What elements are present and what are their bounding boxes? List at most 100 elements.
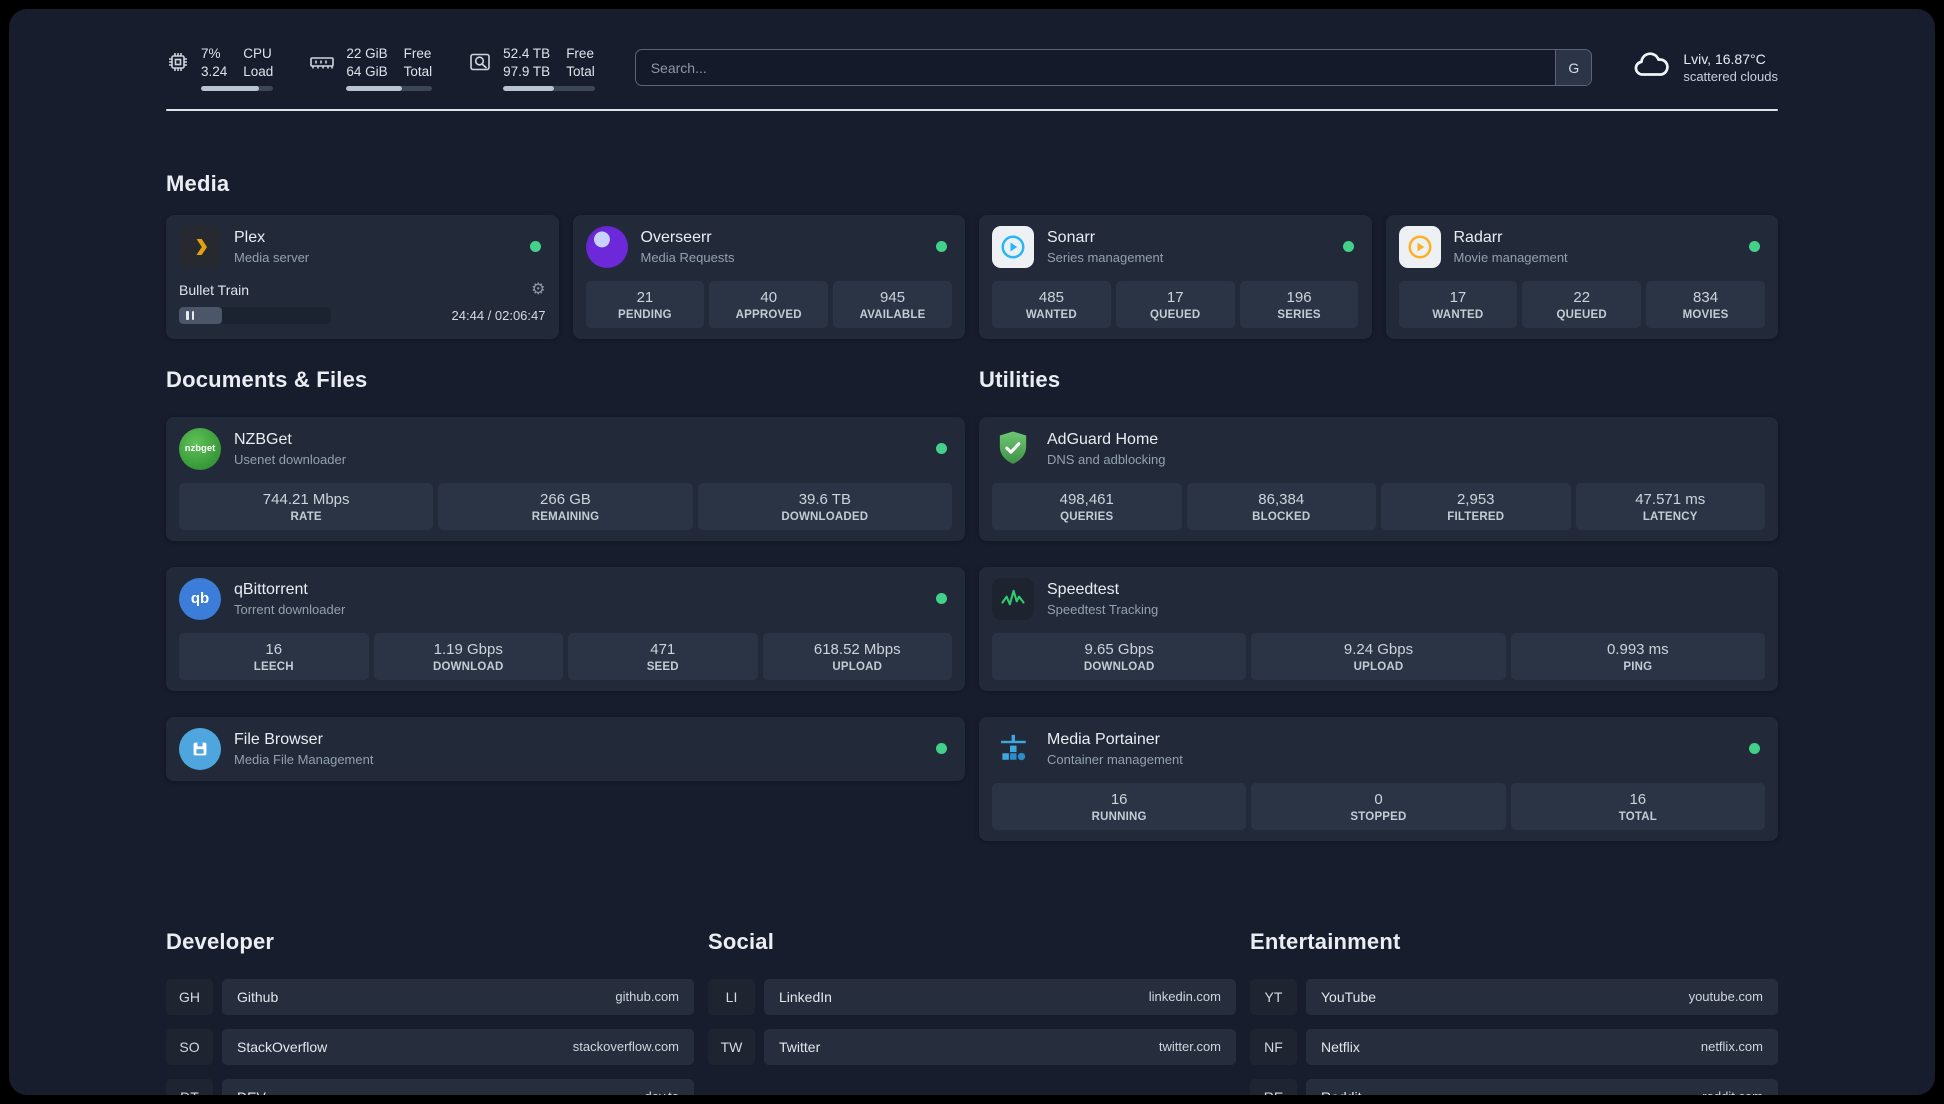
card-adguard[interactable]: AdGuard Home DNS and adblocking 498,461 …: [979, 416, 1778, 541]
playback-progress-bar: [179, 306, 331, 324]
cpu-load-value: 3.24: [201, 63, 228, 79]
bookmark-github[interactable]: GH Github github.com: [166, 978, 694, 1015]
bookmark-url: dev.to: [645, 1089, 679, 1095]
service-description: Torrent downloader: [234, 601, 346, 617]
cpu-progress-fill: [201, 85, 259, 91]
cpu-icon: [166, 50, 190, 79]
stat-label: SEED: [646, 660, 679, 673]
card-nzbget[interactable]: nzbget NZBGet Usenet downloader 744.21 M…: [166, 416, 965, 541]
service-description: Media File Management: [234, 751, 374, 767]
settings-gear-icon[interactable]: ⚙: [531, 281, 545, 298]
bookmark-name: Netflix: [1321, 1038, 1360, 1055]
bookmark-youtube[interactable]: YT YouTube youtube.com: [1250, 978, 1778, 1015]
card-sonarr[interactable]: Sonarr Series management 485 WANTED 17 Q…: [979, 214, 1372, 339]
stat-value: 9.24 Gbps: [1343, 640, 1414, 658]
bookmark-url: netflix.com: [1700, 1039, 1763, 1055]
service-description: Media Requests: [640, 249, 735, 265]
bookmark-stackoverflow[interactable]: SO StackOverflow stackoverflow.com: [166, 1028, 694, 1065]
memory-free-label: Free: [403, 46, 432, 61]
card-radarr[interactable]: Radarr Movie management 17 WANTED 22 QUE…: [1385, 214, 1778, 339]
stat-tile: 744.21 Mbps RATE: [179, 482, 434, 530]
service-description: Series management: [1047, 249, 1164, 265]
status-dot: [1342, 241, 1354, 253]
stat-tile: 86,384 BLOCKED: [1186, 482, 1376, 530]
stat-value: 498,461: [1059, 490, 1114, 508]
stat-value: 0.993 ms: [1606, 640, 1669, 658]
bookmark-twitter[interactable]: TW Twitter twitter.com: [708, 1028, 1236, 1065]
bookmarks-developer: Developer GH Github github.com SO StackO…: [166, 929, 694, 1095]
stat-label: FILTERED: [1447, 510, 1505, 523]
cpu-percent: 7%: [201, 46, 221, 61]
stat-tile: 22 QUEUED: [1522, 280, 1642, 328]
stat-tile: 17 QUEUED: [1115, 280, 1235, 328]
stat-label: UPLOAD: [1353, 660, 1404, 673]
service-description: Container management: [1047, 751, 1183, 767]
pause-button[interactable]: [186, 310, 194, 320]
memory-free-value: 22 GiB: [346, 46, 388, 61]
stat-label: UPLOAD: [832, 660, 883, 673]
card-speedtest[interactable]: Speedtest Speedtest Tracking 9.65 Gbps D…: [979, 566, 1778, 691]
card-filebrowser[interactable]: File Browser Media File Management: [166, 716, 965, 781]
card-plex[interactable]: Plex Media server Bullet Train ⚙ 24:44 /…: [166, 214, 559, 339]
stat-label: DOWNLOAD: [1083, 660, 1155, 673]
bookmark-linkedin[interactable]: LI LinkedIn linkedin.com: [708, 978, 1236, 1015]
memory-total-value: 64 GiB: [346, 63, 388, 79]
stat-value: 471: [650, 640, 676, 658]
service-name: AdGuard Home: [1047, 430, 1159, 448]
stat-value: 1.19 Gbps: [433, 640, 503, 658]
top-bar: 7% 3.24 CPU Load 22 GiB 64 GiB Free Tota…: [166, 9, 1778, 91]
stat-value: 196: [1286, 288, 1312, 306]
card-qbittorrent[interactable]: qb qBittorrent Torrent downloader 16 LEE…: [166, 566, 965, 691]
stat-tile: 618.52 Mbps UPLOAD: [762, 632, 952, 680]
disk-widget: 52.4 TB 97.9 TB Free Total: [468, 45, 595, 91]
dashboard-page: 7% 3.24 CPU Load 22 GiB 64 GiB Free Tota…: [9, 9, 1935, 1095]
stat-label: STOPPED: [1350, 810, 1407, 823]
stat-value: 39.6 TB: [798, 490, 851, 508]
bookmark-dev[interactable]: DT DEV dev.to: [166, 1078, 694, 1095]
status-dot: [936, 241, 947, 253]
disk-progress-track: [503, 85, 595, 91]
stat-value: 17: [1166, 288, 1184, 306]
memory-total-label: Total: [403, 63, 433, 79]
bookmark-netflix[interactable]: NF Netflix netflix.com: [1250, 1028, 1778, 1065]
card-portainer[interactable]: Media Portainer Container management 16 …: [979, 716, 1778, 841]
bookmark-name: DEV: [237, 1089, 266, 1095]
stat-value: 945: [880, 288, 906, 306]
service-name: Media Portainer: [1047, 730, 1160, 748]
stat-label: DOWNLOADED: [781, 510, 869, 523]
stat-value: 21: [636, 288, 654, 306]
bookmark-name: YouTube: [1321, 988, 1377, 1005]
disk-total-label: Total: [566, 63, 595, 79]
stat-tile: 945 AVAILABLE: [833, 280, 952, 328]
search-bar: G: [634, 49, 1593, 87]
memory-progress-fill: [346, 85, 403, 91]
stat-label: BLOCKED: [1252, 510, 1311, 523]
now-playing-title: Bullet Train: [179, 281, 250, 298]
stat-value: 0: [1374, 790, 1383, 808]
stat-tile: 16 RUNNING: [992, 782, 1247, 830]
cpu-progress-track: [201, 85, 274, 91]
bookmark-reddit[interactable]: RE Reddit reddit.com: [1250, 1078, 1778, 1095]
section-title-media: Media: [166, 170, 230, 196]
stat-tile: 16 TOTAL: [1510, 782, 1765, 830]
stat-tile: 21 PENDING: [585, 280, 705, 328]
stat-value: 16: [1629, 790, 1647, 808]
stat-tile: 0 STOPPED: [1251, 782, 1506, 830]
search-provider-button[interactable]: G: [1555, 50, 1592, 86]
plex-icon: [179, 225, 221, 268]
stat-label: RATE: [290, 510, 322, 523]
stat-value: 40: [760, 288, 778, 306]
resource-widgets: 7% 3.24 CPU Load 22 GiB 64 GiB Free Tota…: [166, 45, 595, 91]
status-dot: [936, 593, 947, 605]
card-overseerr[interactable]: Overseerr Media Requests 21 PENDING 40 A…: [572, 214, 965, 339]
stat-value: 9.65 Gbps: [1084, 640, 1154, 658]
stat-label: WANTED: [1025, 308, 1077, 321]
search-input[interactable]: [635, 50, 1556, 86]
bookmark-url: stackoverflow.com: [572, 1039, 679, 1055]
bookmark-abbr: DT: [166, 1078, 213, 1095]
bookmark-url: youtube.com: [1688, 989, 1763, 1005]
stat-label: WANTED: [1432, 308, 1484, 321]
stat-label: MOVIES: [1682, 308, 1729, 321]
speedtest-icon: [992, 577, 1034, 620]
portainer-icon: [992, 728, 1034, 770]
